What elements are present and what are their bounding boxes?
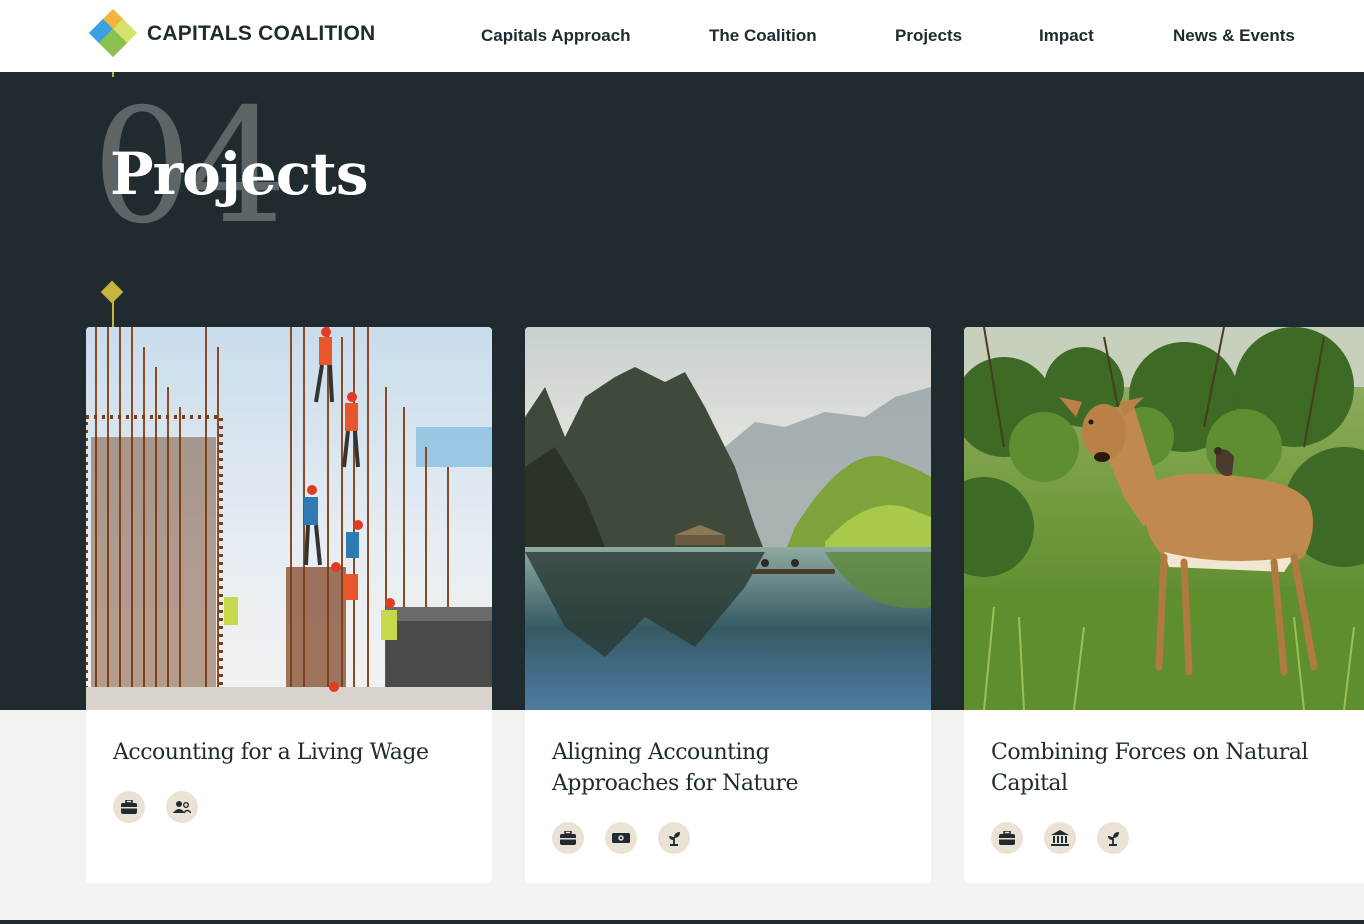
project-card[interactable]: Combining Forces on Natural Capital xyxy=(964,327,1364,883)
card-title[interactable]: Accounting for a Living Wage xyxy=(113,737,463,768)
briefcase-icon[interactable] xyxy=(113,791,145,823)
card-tags xyxy=(991,822,1129,854)
project-image-impala[interactable] xyxy=(964,327,1364,710)
people-icon[interactable] xyxy=(166,791,198,823)
nav-projects[interactable]: Projects xyxy=(895,26,962,46)
briefcase-icon[interactable] xyxy=(552,822,584,854)
card-tags xyxy=(552,822,690,854)
plant-icon[interactable] xyxy=(1097,822,1129,854)
nav-the-coalition[interactable]: The Coalition xyxy=(709,26,817,46)
site-header: CAPITALS COALITION Capitals Approach The… xyxy=(0,0,1364,72)
logo[interactable]: CAPITALS COALITION xyxy=(88,8,375,59)
logo-mark-icon xyxy=(88,8,138,59)
project-card[interactable]: Aligning Accounting Approaches for Natur… xyxy=(525,327,931,883)
card-tags xyxy=(113,791,198,823)
briefcase-icon[interactable] xyxy=(991,822,1023,854)
project-card[interactable]: Accounting for a Living Wage xyxy=(86,327,492,883)
money-icon[interactable] xyxy=(605,822,637,854)
bottom-divider xyxy=(0,920,1364,924)
card-title[interactable]: Combining Forces on Natural Capital xyxy=(991,737,1341,799)
nav-news-events[interactable]: News & Events xyxy=(1173,26,1295,46)
project-image-construction[interactable] xyxy=(86,327,492,710)
logo-text: CAPITALS COALITION xyxy=(147,22,376,45)
project-image-mountain-lake[interactable] xyxy=(525,327,931,710)
card-title[interactable]: Aligning Accounting Approaches for Natur… xyxy=(552,737,902,799)
page-title: Projects xyxy=(110,140,369,208)
nav-impact[interactable]: Impact xyxy=(1039,26,1094,46)
plant-icon[interactable] xyxy=(658,822,690,854)
nav-capitals-approach[interactable]: Capitals Approach xyxy=(481,26,631,46)
bank-icon[interactable] xyxy=(1044,822,1076,854)
timeline-line xyxy=(112,300,114,327)
